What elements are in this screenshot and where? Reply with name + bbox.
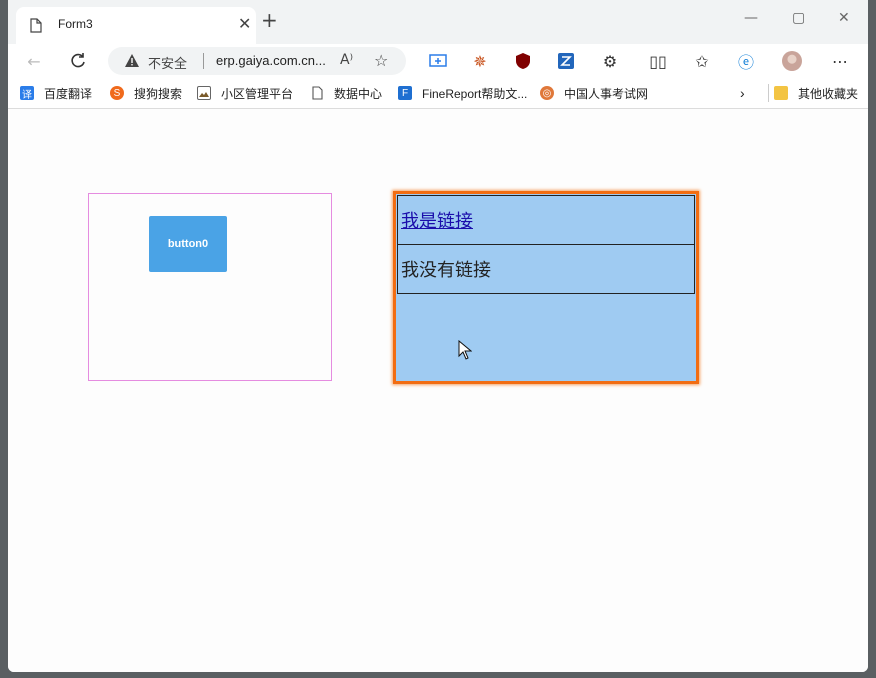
url-text[interactable]: erp.gaiya.com.cn... [216,53,326,68]
bookmark-label: 搜狗搜索 [134,86,183,101]
warning-icon [124,53,140,72]
form-panel-left: button0 [88,193,332,381]
image-icon [197,86,211,100]
split-screen-icon[interactable]: ▯▯ [648,51,668,71]
page-icon [30,18,42,37]
favorites-icon[interactable]: ✩ [692,51,712,71]
refresh-icon[interactable] [68,51,88,71]
bookmark-sogou[interactable]: S 搜狗搜索 [110,84,182,102]
bookmark-label: 其他收藏夹 [798,86,859,101]
bookmark-label: 百度翻译 [44,86,93,101]
folder-icon [774,86,788,100]
bookmark-cpta[interactable]: ◎ 中国人事考试网 [540,84,648,102]
exam-icon: ◎ [540,86,554,100]
plain-cell: 我没有链接 [401,259,491,281]
screenshot-icon[interactable] [428,51,448,71]
tab-form3[interactable]: Form3 ✕ [16,7,256,44]
bookmark-label: FineReport帮助文... [422,86,528,101]
extension-star-icon[interactable]: ✵ [470,51,490,71]
avatar[interactable] [782,51,802,71]
bookmark-finereport[interactable]: F FineReport帮助文... [398,84,527,102]
page-content: button0 我是链接 我没有链接 [8,109,868,672]
bookmarks-divider [768,84,769,102]
more-icon[interactable]: ⋯ [830,51,850,71]
address-divider [203,53,204,69]
mouse-cursor-icon [458,339,473,364]
read-aloud-icon[interactable]: A⁾ [340,52,353,68]
link-cell[interactable]: 我是链接 [401,207,473,233]
browser-window: Form3 ✕ + — ▢ ✕ ← 不安全 erp.gaiya.com.cn..… [8,0,868,672]
add-favorite-icon[interactable]: ☆ [374,51,388,70]
bookmarks-bar: 译 百度翻译 S 搜狗搜索 小区管理平台 数据中心 F FineReport帮助… [8,78,868,109]
extensions-icon[interactable]: ⚙ [600,51,620,71]
back-icon[interactable]: ← [24,51,44,71]
table-row: 我没有链接 [397,244,695,294]
minimize-icon[interactable]: — [744,8,758,28]
address-bar[interactable]: 不安全 erp.gaiya.com.cn... A⁾ ☆ [108,47,406,75]
table-row: 我是链接 [397,195,695,245]
bookmark-baidu-translate[interactable]: 译 百度翻译 [20,84,92,102]
maximize-icon[interactable]: ▢ [792,8,805,28]
window-close-icon[interactable]: ✕ [838,8,850,28]
bookmark-label: 数据中心 [334,86,383,101]
form-panel-right: 我是链接 我没有链接 [393,191,699,384]
security-label[interactable]: 不安全 [148,53,187,72]
page-icon [310,86,324,100]
sogou-icon: S [110,86,124,100]
toolbar: ← 不安全 erp.gaiya.com.cn... A⁾ ☆ ✵ ⚙ ▯▯ ✩ … [8,44,868,78]
new-tab-icon[interactable]: + [261,10,278,30]
title-bar: Form3 ✕ + — ▢ ✕ [8,0,868,44]
bookmark-other-folder[interactable]: 其他收藏夹 [774,84,858,102]
zotero-icon[interactable] [556,51,576,71]
bookmark-label: 小区管理平台 [221,86,294,101]
ublock-icon[interactable] [513,51,533,71]
tab-title: Form3 [58,17,93,31]
close-icon[interactable]: ✕ [238,16,251,32]
translate-icon: 译 [20,86,34,101]
bookmark-community[interactable]: 小区管理平台 [197,84,293,102]
finereport-icon: F [398,86,412,100]
edge-icon[interactable]: ⓔ [736,51,756,72]
bookmark-label: 中国人事考试网 [564,86,649,101]
bookmark-data-center[interactable]: 数据中心 [310,84,382,102]
chevron-right-icon[interactable]: › [740,84,745,102]
button0[interactable]: button0 [149,216,227,272]
